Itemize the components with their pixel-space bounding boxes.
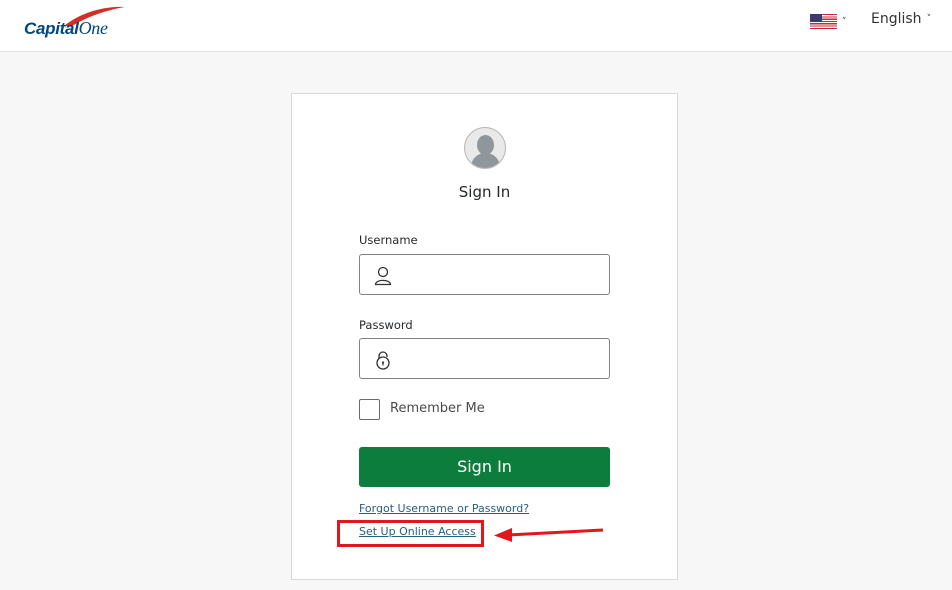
- remember-me-label[interactable]: Remember Me: [390, 401, 485, 416]
- sign-in-button[interactable]: Sign In: [359, 447, 610, 487]
- username-input[interactable]: [359, 254, 610, 295]
- user-avatar-icon: [464, 127, 506, 169]
- language-selector[interactable]: English ˅: [871, 11, 931, 27]
- forgot-credentials-link[interactable]: Forgot Username or Password?: [359, 502, 529, 515]
- country-selector[interactable]: ˅: [810, 14, 847, 29]
- us-flag-icon: [810, 14, 837, 29]
- chevron-down-icon: ˅: [842, 16, 847, 27]
- remember-me-checkbox[interactable]: [359, 399, 380, 420]
- logo-wordmark: CapitalOne: [24, 18, 108, 38]
- annotation-arrow-icon: [494, 528, 604, 542]
- user-icon: [374, 266, 392, 286]
- chevron-down-icon: ˅: [926, 14, 932, 24]
- signin-title: Sign In: [458, 183, 511, 201]
- signin-card: Sign In Username Password Remember Me Si…: [291, 93, 678, 580]
- annotation-highlight-box: [337, 520, 484, 547]
- username-label: Username: [359, 233, 418, 247]
- top-header: CapitalOne ˅ English ˅: [0, 0, 952, 52]
- language-value: English: [871, 11, 922, 27]
- lock-icon: [376, 351, 390, 370]
- password-input[interactable]: [359, 338, 610, 379]
- password-label: Password: [359, 318, 413, 332]
- capital-one-logo[interactable]: CapitalOne: [24, 4, 134, 44]
